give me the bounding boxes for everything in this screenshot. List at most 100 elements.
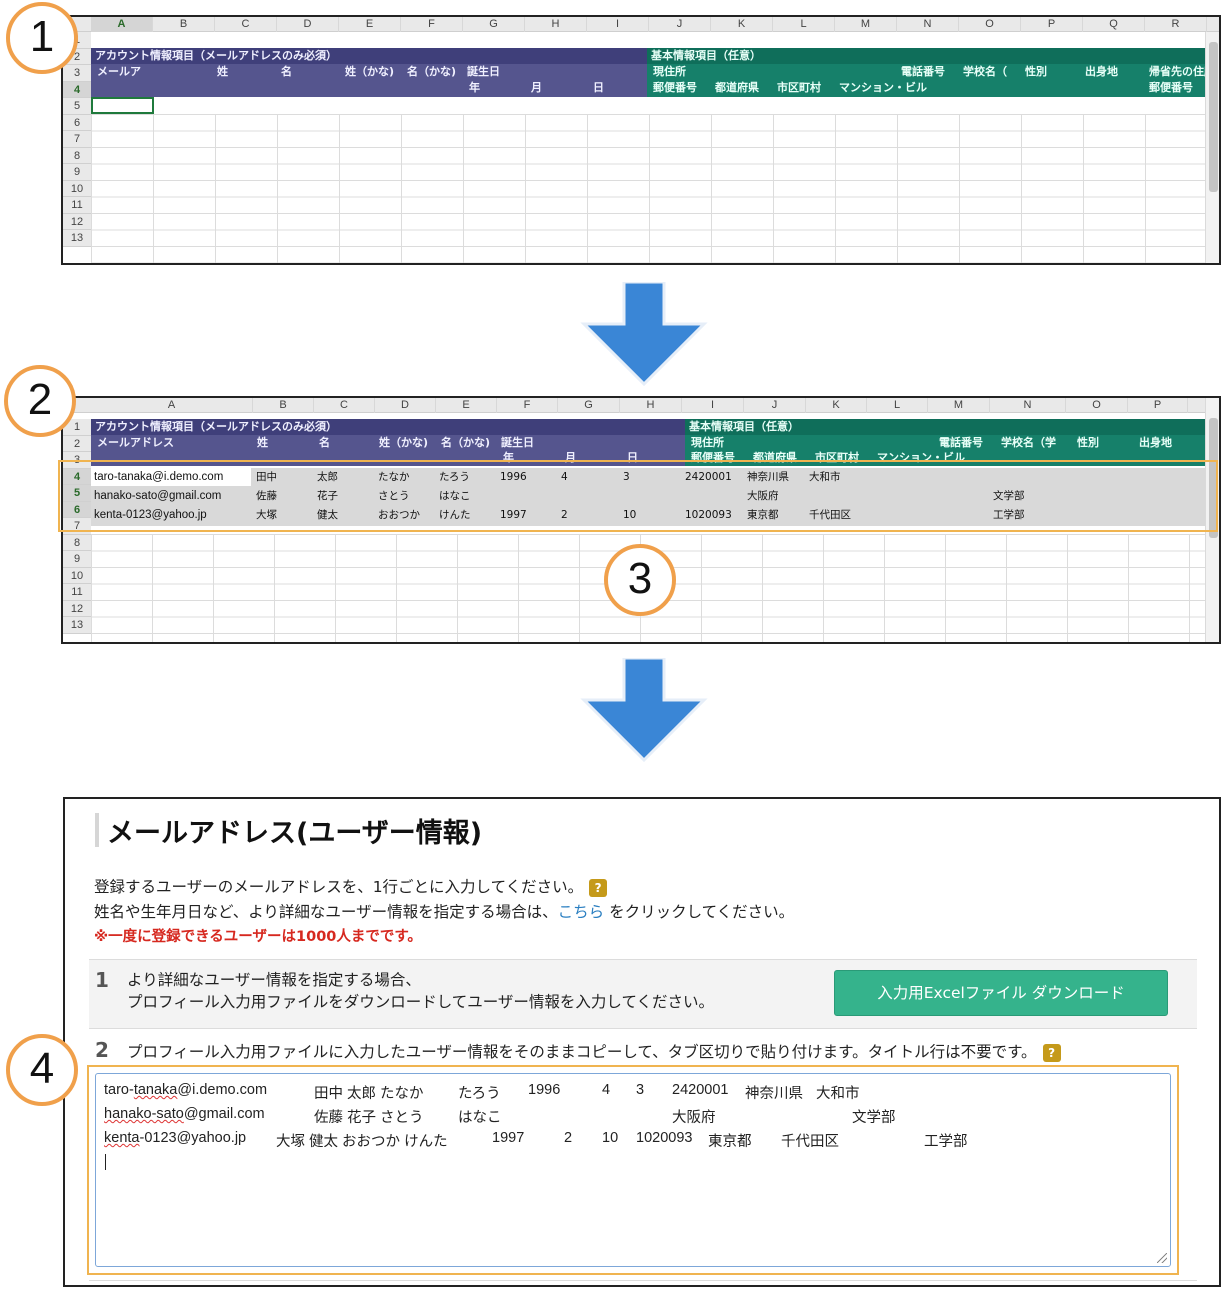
column-header-p[interactable]: P	[1021, 17, 1083, 32]
row-header-3[interactable]: 3	[63, 65, 91, 82]
column-header-p[interactable]: P	[1128, 398, 1188, 413]
down-arrow-icon	[580, 282, 708, 386]
row-header-13[interactable]: 13	[63, 617, 91, 634]
column-header-c[interactable]: C	[215, 17, 277, 32]
column-header-g[interactable]: G	[558, 398, 620, 413]
download-excel-button[interactable]: 入力用Excelファイル ダウンロード	[834, 970, 1168, 1016]
details-link[interactable]: こちら	[558, 903, 605, 921]
pasted-field: はなこ	[458, 1110, 502, 1126]
row-header-9[interactable]: 9	[63, 551, 91, 568]
step-badge-2: 2	[4, 365, 76, 437]
pasted-field: 大和市	[816, 1086, 860, 1102]
pasted-email: taro-tanaka@i.demo.com	[104, 1082, 267, 1098]
row-header-13[interactable]: 13	[63, 230, 91, 247]
column-title: 性別	[1077, 436, 1099, 449]
row-header-2[interactable]: 2	[63, 435, 91, 452]
step-1-line-1: より詳細なユーザー情報を指定する場合、	[127, 971, 421, 989]
scroll-thumb[interactable]	[1209, 42, 1218, 192]
row-header-12[interactable]: 12	[63, 213, 91, 230]
vertical-scrollbar[interactable]	[1205, 32, 1219, 263]
column-header-l[interactable]: L	[867, 398, 928, 413]
row-header-8[interactable]: 8	[63, 147, 91, 164]
column-header-j[interactable]: J	[744, 398, 806, 413]
column-header-h[interactable]: H	[620, 398, 682, 413]
column-header-n[interactable]: N	[897, 17, 959, 32]
help-icon[interactable]: ?	[589, 878, 608, 897]
column-header-k[interactable]: K	[806, 398, 867, 413]
row-header-8[interactable]: 8	[63, 534, 91, 551]
title-accent-bar	[95, 813, 99, 847]
column-header-q[interactable]: Q	[1083, 17, 1145, 32]
column-title: メールアドレス	[97, 436, 174, 449]
basic-info-header-band: 基本情報項目（任意）	[647, 48, 1219, 64]
column-header-m[interactable]: M	[928, 398, 990, 413]
column-header-a[interactable]: A	[91, 398, 253, 413]
pasted-field: 千代田区	[781, 1134, 839, 1150]
column-title: 誕生日	[467, 65, 500, 78]
row-header-9[interactable]: 9	[63, 164, 91, 181]
column-header-d[interactable]: D	[277, 17, 339, 32]
column-title: 名（かな)	[441, 436, 491, 449]
pasted-field: 3	[636, 1082, 645, 1098]
help-icon[interactable]: ?	[1042, 1043, 1061, 1062]
pasted-field: 神奈川県	[745, 1086, 803, 1102]
column-header-r[interactable]: R	[1145, 17, 1207, 32]
column-header-l[interactable]: L	[773, 17, 835, 32]
row-header-10[interactable]: 10	[63, 180, 91, 197]
column-header-e[interactable]: E	[339, 17, 401, 32]
cell-grid	[91, 114, 1207, 263]
pasted-field: 文学部	[852, 1110, 896, 1126]
column-header-f[interactable]: F	[401, 17, 463, 32]
email-part: taro-	[104, 1082, 134, 1098]
text-cursor	[105, 1154, 106, 1170]
column-title: 年	[469, 81, 480, 94]
column-header-n[interactable]: N	[990, 398, 1066, 413]
column-title: 現住所	[691, 436, 724, 449]
account-header-band: アカウント情報項目（メールアドレスのみ必須）	[91, 419, 685, 435]
step-1-line-2: プロフィール入力用ファイルをダウンロードしてユーザー情報を入力してください。	[127, 993, 714, 1011]
column-header-m[interactable]: M	[835, 17, 897, 32]
column-header-i[interactable]: I	[587, 17, 649, 32]
pasted-field: 10	[602, 1130, 619, 1146]
column-title: 名	[319, 436, 330, 449]
column-header-b[interactable]: B	[153, 17, 215, 32]
pasted-field: 大塚 健太 おおつか けんた	[276, 1134, 448, 1150]
pasted-field: 2420001	[672, 1082, 729, 1098]
column-header-h[interactable]: H	[525, 17, 587, 32]
pasted-field: 大阪府	[672, 1110, 716, 1126]
column-title: 出身地	[1085, 65, 1118, 78]
column-header-b[interactable]: B	[253, 398, 314, 413]
column-header-k[interactable]: K	[711, 17, 773, 32]
pasted-data-highlight: taro-tanaka@i.demo.com 田中 太郎 たなか たろう 1996 4 3…	[87, 1065, 1179, 1275]
column-title: 電話番号	[939, 436, 983, 449]
column-header-e[interactable]: E	[436, 398, 497, 413]
user-info-textarea[interactable]: taro-tanaka@i.demo.com 田中 太郎 たなか たろう 1996 4 3…	[95, 1073, 1171, 1267]
column-header-f[interactable]: F	[497, 398, 558, 413]
column-header-d[interactable]: D	[375, 398, 436, 413]
description-text: 登録するユーザーのメールアドレスを、1行ごとに入力してください。	[94, 878, 584, 896]
column-header-o[interactable]: O	[1066, 398, 1128, 413]
row-header-12[interactable]: 12	[63, 600, 91, 617]
row-header-4[interactable]: 4	[63, 81, 91, 98]
column-header-g[interactable]: G	[463, 17, 525, 32]
column-header-i[interactable]: I	[682, 398, 744, 413]
pasted-field: 東京都	[708, 1134, 752, 1150]
row-header-5[interactable]: 5	[63, 98, 91, 115]
column-header-a[interactable]: A	[91, 17, 153, 32]
column-header-j[interactable]: J	[649, 17, 711, 32]
pasted-email: hanako-sato@gmail.com	[104, 1106, 265, 1122]
row-header-11[interactable]: 11	[63, 584, 91, 601]
column-title: 姓	[257, 436, 268, 449]
column-header-c[interactable]: C	[314, 398, 375, 413]
row-header-7[interactable]: 7	[63, 131, 91, 148]
spellcheck-word: kenta	[104, 1130, 140, 1146]
row-header-6[interactable]: 6	[63, 114, 91, 131]
row-header-10[interactable]: 10	[63, 567, 91, 584]
step-badge-1: 1	[6, 2, 78, 74]
selected-cell-a4[interactable]	[91, 97, 154, 114]
row-header-11[interactable]: 11	[63, 197, 91, 214]
pasted-field: 工学部	[924, 1134, 968, 1150]
column-header-o[interactable]: O	[959, 17, 1021, 32]
resize-handle[interactable]	[1157, 1253, 1167, 1263]
step-1-number: 1	[95, 968, 109, 992]
